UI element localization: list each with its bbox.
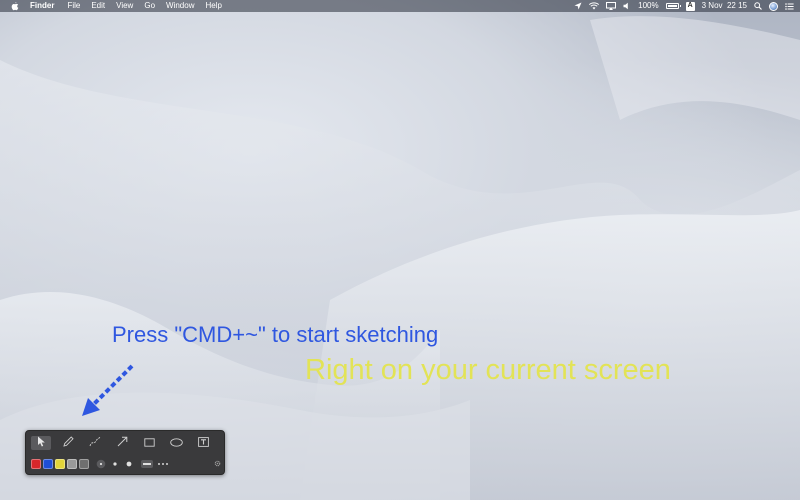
- battery-icon[interactable]: [665, 3, 681, 9]
- tool-pen[interactable]: [58, 436, 78, 450]
- color-swatch-blue[interactable]: [43, 458, 53, 469]
- airplay-icon[interactable]: [606, 0, 617, 12]
- stroke-size-large[interactable]: [123, 458, 134, 469]
- color-swatch-yellow[interactable]: [55, 458, 65, 469]
- menu-app-name[interactable]: Finder: [30, 0, 54, 12]
- tool-ellipse[interactable]: [166, 436, 186, 450]
- gear-icon[interactable]: [214, 454, 221, 472]
- text-box-icon: [197, 434, 209, 452]
- color-swatch-dark-gray[interactable]: [79, 458, 89, 469]
- stroke-size-small[interactable]: [95, 458, 106, 469]
- volume-icon[interactable]: [623, 0, 631, 12]
- sketch-shortcut-hint: Press "CMD+~" to start sketching: [112, 322, 439, 347]
- line-style-dotted[interactable]: [156, 458, 170, 469]
- tool-arrow[interactable]: [112, 436, 132, 450]
- location-arrow-icon[interactable]: [574, 0, 582, 12]
- battery-level-fill: [667, 5, 677, 7]
- search-icon[interactable]: [754, 0, 762, 12]
- ellipse-icon: [169, 434, 183, 452]
- tool-curve[interactable]: [85, 436, 105, 450]
- menu-go[interactable]: Go: [144, 0, 155, 12]
- style-row: [31, 458, 172, 469]
- rectangle-icon: [143, 434, 155, 452]
- dashed-arrow-annotation: [82, 364, 134, 416]
- input-source-icon[interactable]: A: [685, 1, 695, 11]
- cursor-arrow-icon: [37, 434, 46, 452]
- menu-file[interactable]: File: [67, 0, 80, 12]
- menu-edit[interactable]: Edit: [91, 0, 105, 12]
- color-swatch-light-gray[interactable]: [67, 458, 77, 469]
- user-avatar-icon[interactable]: [769, 1, 778, 11]
- curve-line-icon: [89, 434, 101, 452]
- tagline: Right on your current screen: [305, 354, 671, 386]
- pen-icon: [62, 434, 74, 452]
- tool-text[interactable]: [193, 436, 213, 450]
- wifi-icon[interactable]: [589, 0, 600, 12]
- menu-clock[interactable]: 3 Nov 22 15: [702, 0, 747, 12]
- tool-row: [31, 436, 220, 450]
- menu-view[interactable]: View: [116, 0, 133, 12]
- sketch-toolbar: [25, 430, 225, 475]
- arrow-icon: [117, 434, 128, 452]
- tool-rectangle[interactable]: [139, 436, 159, 450]
- line-style-solid[interactable]: [140, 458, 154, 469]
- menu-window[interactable]: Window: [166, 0, 194, 12]
- color-swatch-red[interactable]: [31, 458, 41, 469]
- notification-center-icon[interactable]: [785, 0, 794, 12]
- menu-bar: Finder File Edit View Go Window Help 100…: [0, 0, 800, 12]
- desktop-wallpaper: [0, 0, 800, 500]
- menu-help[interactable]: Help: [205, 0, 221, 12]
- tool-pointer[interactable]: [31, 436, 51, 450]
- stroke-size-medium[interactable]: [109, 458, 120, 469]
- apple-logo-icon[interactable]: [10, 1, 19, 11]
- battery-percentage[interactable]: 100%: [638, 0, 658, 12]
